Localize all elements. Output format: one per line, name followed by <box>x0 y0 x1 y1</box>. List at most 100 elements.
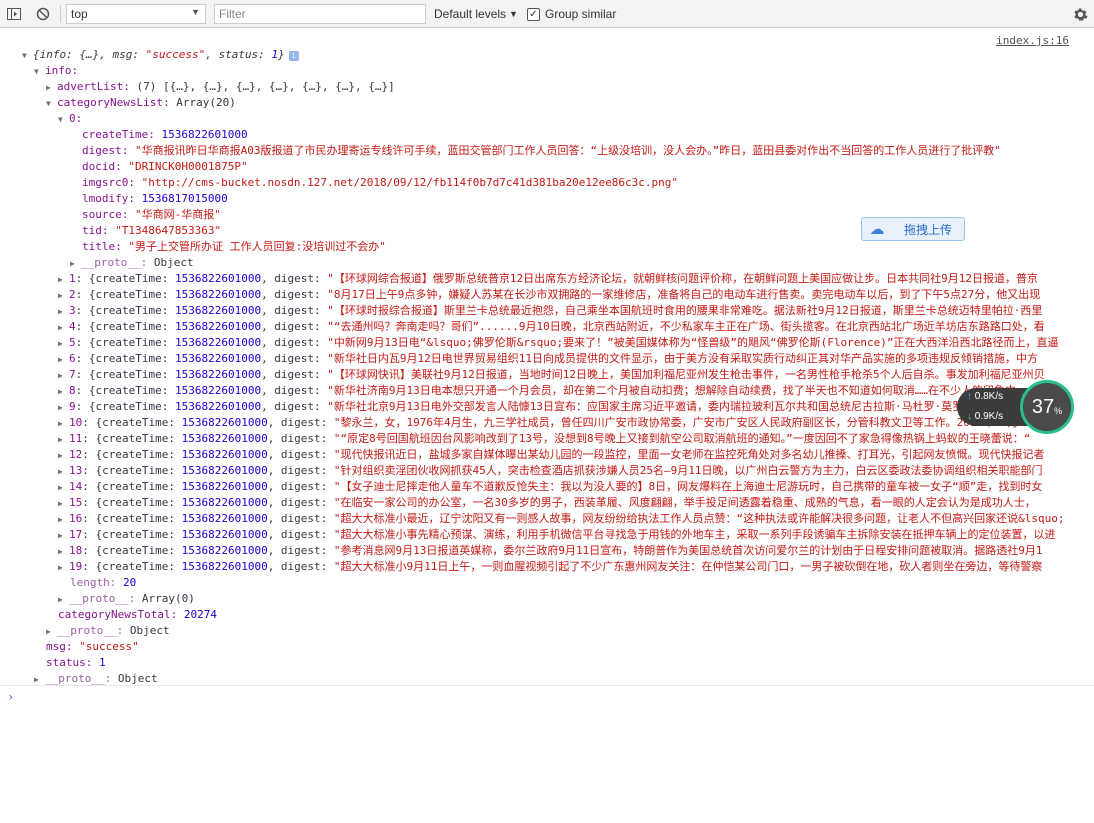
group-similar-toggle[interactable]: ✓ Group similar <box>527 0 616 28</box>
levels-dropdown[interactable]: Default levels ▼ <box>434 0 518 28</box>
item-digest: "超大大标准小事先精心预谋、演练，利用手机微信平台寻找急于用钱的外地车主，采取一… <box>333 528 1056 541</box>
collapsed-item-row[interactable]: ▶ 1: {createTime: 1536822601000, digest: … <box>58 271 1038 287</box>
item-digest: "超大大标准小最近，辽宁沈阳又有一则感人故事，网友纷纷给执法工作人员点赞：“这种… <box>333 512 1065 525</box>
status-key: status: <box>46 656 93 669</box>
network-speed-widget[interactable]: ↑ 0.8K/s ↓ 0.9K/s 37% <box>957 380 1077 434</box>
collapsed-item-row[interactable]: ▶ 14: {createTime: 1536822601000, digest:… <box>58 479 1042 495</box>
collapsed-item-row[interactable]: ▶ 15: {createTime: 1536822601000, digest:… <box>58 495 1036 511</box>
item-0-proto-row[interactable]: ▶ __proto__: Object <box>70 255 194 271</box>
collapse-triangle-icon[interactable]: ▶ <box>58 368 69 384</box>
upload-rate-value: 0.8K/s <box>974 391 1004 402</box>
collapse-triangle-icon[interactable]: ▶ <box>58 528 69 544</box>
filter-input[interactable] <box>214 4 426 24</box>
item-0-key: 0: <box>69 112 83 125</box>
collapse-triangle-icon[interactable]: ▶ <box>58 336 69 352</box>
collapse-triangle-icon[interactable]: ▶ <box>58 416 69 432</box>
expand-triangle-icon[interactable]: ▼ <box>22 48 33 64</box>
collapsed-item-row[interactable]: ▶ 16: {createTime: 1536822601000, digest:… <box>58 511 1065 527</box>
collapse-triangle-icon[interactable]: ▶ <box>58 496 69 512</box>
collapse-triangle-icon[interactable]: ▶ <box>58 288 69 304</box>
collapse-triangle-icon[interactable]: ▶ <box>46 624 57 640</box>
collapsed-item-row[interactable]: ▶ 5: {createTime: 1536822601000, digest: … <box>58 335 1058 351</box>
clear-console-icon[interactable] <box>36 0 50 28</box>
advert-list-row[interactable]: ▶ advertList: (7) [{…}, {…}, {…}, {…}, {…… <box>46 79 395 95</box>
item-mid: , digest: <box>261 288 328 301</box>
collapsed-item-row[interactable]: ▶ 17: {createTime: 1536822601000, digest:… <box>58 527 1056 543</box>
cloud-icon: ☁ <box>869 221 885 238</box>
item-prefix: : {createTime: <box>82 480 182 493</box>
memory-usage-circle[interactable]: 37% <box>1020 380 1074 434</box>
item-prefix: : {createTime: <box>82 528 182 541</box>
item-digest: "参考消息网9月13日报道英媒称，委尔兰政府9月11日宣布，特朗普作为美国总统首… <box>333 544 1043 557</box>
collapsed-item-row[interactable]: ▶ 8: {createTime: 1536822601000, digest: … <box>58 383 1027 399</box>
info-row[interactable]: ▼ info: <box>34 63 78 79</box>
collapse-triangle-icon[interactable]: ▶ <box>58 384 69 400</box>
console-toolbar: top ▼ Default levels ▼ ✓ Group similar <box>0 0 1094 28</box>
collapse-triangle-icon[interactable]: ▶ <box>58 464 69 480</box>
proto-key: __proto__: <box>69 592 136 605</box>
item-digest: "超大大标准小9月11日上午，一则血腥视频引起了不少广东惠州网友关注：在仲恺某公… <box>333 560 1043 573</box>
item-create-time: 1536822601000 <box>174 304 262 317</box>
collapse-triangle-icon[interactable]: ▶ <box>58 512 69 528</box>
category-list-row[interactable]: ▼ categoryNewsList: Array(20) <box>46 95 236 111</box>
log-summary-row[interactable]: ▼ {info: {…}, msg: "success", status: 1} i <box>22 47 299 63</box>
sidebar-toggle-icon[interactable] <box>7 0 21 28</box>
info-icon[interactable]: i <box>288 51 299 61</box>
settings-gear-icon[interactable] <box>1073 0 1088 28</box>
collapse-triangle-icon[interactable]: ▶ <box>70 256 81 272</box>
collapse-triangle-icon[interactable]: ▶ <box>58 352 69 368</box>
collapse-triangle-icon[interactable]: ▶ <box>58 272 69 288</box>
item-0-property-row: tid: "T1348647853363" <box>82 223 221 239</box>
source-link[interactable]: index.js:16 <box>996 34 1069 47</box>
status-value: 1 <box>98 656 106 669</box>
context-selector[interactable]: top ▼ <box>66 4 206 24</box>
item-0-row[interactable]: ▼ 0: <box>58 111 82 127</box>
collapsed-item-row[interactable]: ▶ 12: {createTime: 1536822601000, digest:… <box>58 447 1045 463</box>
collapsed-item-row[interactable]: ▶ 7: {createTime: 1536822601000, digest: … <box>58 367 1045 383</box>
item-create-time: 1536822601000 <box>174 336 262 349</box>
collapsed-item-row[interactable]: ▶ 10: {createTime: 1536822601000, digest:… <box>58 415 1018 431</box>
download-arrow-icon: ↓ <box>967 411 972 422</box>
advert-key: advertList: <box>57 80 130 93</box>
collapsed-item-row[interactable]: ▶ 11: {createTime: 1536822601000, digest:… <box>58 431 1030 447</box>
property-value: 1536817015000 <box>141 192 228 205</box>
collapsed-item-row[interactable]: ▶ 4: {createTime: 1536822601000, digest: … <box>58 319 1045 335</box>
item-create-time: 1536822601000 <box>174 352 262 365</box>
collapse-triangle-icon[interactable]: ▶ <box>58 320 69 336</box>
collapsed-item-row[interactable]: ▶ 18: {createTime: 1536822601000, digest:… <box>58 543 1043 559</box>
drag-upload-button[interactable]: ☁ 拖拽上传 <box>861 217 965 241</box>
collapse-triangle-icon[interactable]: ▶ <box>58 304 69 320</box>
download-rate-value: 0.9K/s <box>974 411 1004 422</box>
collapse-triangle-icon[interactable]: ▶ <box>58 544 69 560</box>
collapsed-item-row[interactable]: ▶ 6: {createTime: 1536822601000, digest: … <box>58 351 1038 367</box>
collapse-triangle-icon[interactable]: ▶ <box>58 560 69 576</box>
expand-triangle-icon[interactable]: ▼ <box>34 64 45 80</box>
collapsed-item-row[interactable]: ▶ 19: {createTime: 1536822601000, digest:… <box>58 559 1042 575</box>
item-create-time: 1536822601000 <box>181 544 268 557</box>
item-digest: "在临安一家公司的办公室，一名30多岁的男子，西装革履、风度翩翩，举手投足间透露… <box>333 496 1036 509</box>
collapse-triangle-icon[interactable]: ▶ <box>58 400 69 416</box>
collapsed-item-row[interactable]: ▶ 13: {createTime: 1536822601000, digest:… <box>58 463 1043 479</box>
console-prompt-row[interactable]: › <box>0 685 1094 704</box>
category-proto-row[interactable]: ▶ __proto__: Array(0) <box>58 591 195 607</box>
collapse-triangle-icon[interactable]: ▶ <box>58 480 69 496</box>
expand-triangle-icon[interactable]: ▼ <box>46 96 57 112</box>
group-similar-checkbox[interactable]: ✓ <box>527 7 540 21</box>
item-digest: "“原定8号回国航班因台风影响改到了13号，没想到8号晚上又接到航空公司取消航班… <box>333 432 1031 445</box>
collapse-triangle-icon[interactable]: ▶ <box>46 80 57 96</box>
collapsed-item-row[interactable]: ▶ 2: {createTime: 1536822601000, digest: … <box>58 287 1040 303</box>
collapsed-item-row[interactable]: ▶ 9: {createTime: 1536822601000, digest: … <box>58 399 1038 415</box>
collapse-triangle-icon[interactable]: ▶ <box>58 592 69 608</box>
item-prefix: : {createTime: <box>82 496 182 509</box>
item-mid: , digest: <box>261 400 328 413</box>
summary-msg: "success" <box>145 48 206 61</box>
expand-triangle-icon[interactable]: ▼ <box>58 112 69 128</box>
collapsed-item-row[interactable]: ▶ 3: {createTime: 1536822601000, digest: … <box>58 303 1042 319</box>
collapse-triangle-icon[interactable]: ▶ <box>58 432 69 448</box>
info-proto-row[interactable]: ▶ __proto__: Object <box>46 623 170 639</box>
item-prefix: : {createTime: <box>82 512 182 525</box>
item-mid: , digest: <box>261 384 328 397</box>
collapse-triangle-icon[interactable]: ▶ <box>58 448 69 464</box>
console-output: index.js:16 ▼ {info: {…}, msg: "success",… <box>0 29 1094 823</box>
item-mid: , digest: <box>261 272 328 285</box>
